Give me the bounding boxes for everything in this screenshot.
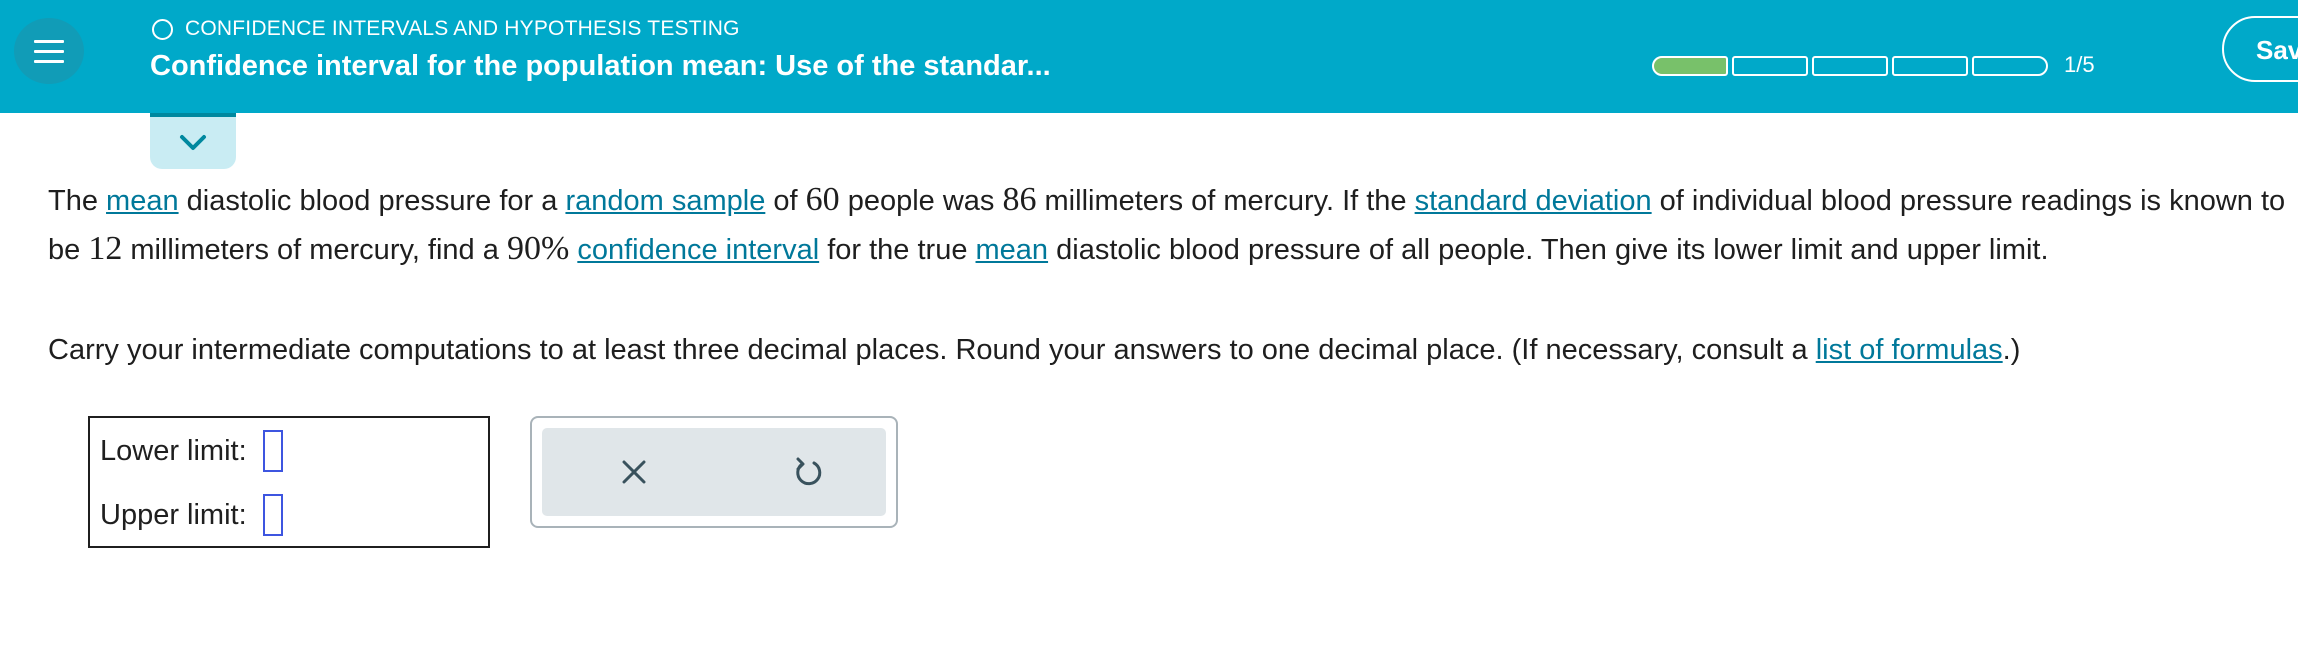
upper-limit-row: Upper limit: <box>100 494 283 536</box>
chevron-down-icon <box>180 135 206 150</box>
problem-statement: The mean diastolic blood pressure for a … <box>48 181 2286 267</box>
std-dev-value: 12 <box>88 230 123 267</box>
progress-segment-2 <box>1732 56 1808 76</box>
instructions: Carry your intermediate computations to … <box>48 334 2021 366</box>
x-icon <box>622 460 646 484</box>
upper-limit-label: Upper limit: <box>100 498 247 531</box>
confidence-level-value: 90% <box>506 230 570 267</box>
progress-segment-3 <box>1812 56 1888 76</box>
collapse-header-button[interactable] <box>150 113 236 169</box>
answer-tools-inner <box>542 428 886 516</box>
page-title: Confidence interval for the population m… <box>150 50 1051 82</box>
progress-bar <box>1652 56 2048 76</box>
lower-limit-label: Lower limit: <box>100 434 247 467</box>
undo-icon <box>796 457 822 486</box>
topic-heading: CONFIDENCE INTERVALS AND HYPOTHESIS TEST… <box>152 14 740 44</box>
link-mean[interactable]: mean <box>106 185 179 217</box>
clear-button[interactable] <box>614 452 654 492</box>
undo-button[interactable] <box>788 452 828 492</box>
lower-limit-input[interactable] <box>262 430 283 472</box>
link-standard-deviation[interactable]: standard deviation <box>1415 185 1652 217</box>
progress-segment-4 <box>1892 56 1968 76</box>
link-confidence-interval[interactable]: confidence interval <box>577 234 819 266</box>
upper-limit-input[interactable] <box>262 494 283 536</box>
progress-count: 1/5 <box>2064 52 2095 77</box>
topic-label: CONFIDENCE INTERVALS AND HYPOTHESIS TEST… <box>185 17 740 40</box>
link-mean-2[interactable]: mean <box>976 234 1049 266</box>
link-random-sample[interactable]: random sample <box>565 185 765 217</box>
link-list-of-formulas[interactable]: list of formulas <box>1816 334 2003 366</box>
progress-segment-5 <box>1972 56 2048 76</box>
save-button[interactable]: Save <box>2222 16 2298 82</box>
lower-limit-row: Lower limit: <box>100 430 283 472</box>
hamburger-menu-icon[interactable] <box>14 18 84 84</box>
answer-tools <box>530 416 898 528</box>
sample-size-value: 60 <box>805 181 840 218</box>
sample-mean-value: 86 <box>1002 181 1037 218</box>
answer-box: Lower limit: Upper limit: <box>88 416 490 548</box>
top-bar: CONFIDENCE INTERVALS AND HYPOTHESIS TEST… <box>0 0 2298 113</box>
progress-segment-1 <box>1652 56 1728 76</box>
topic-circle-icon <box>152 18 173 40</box>
